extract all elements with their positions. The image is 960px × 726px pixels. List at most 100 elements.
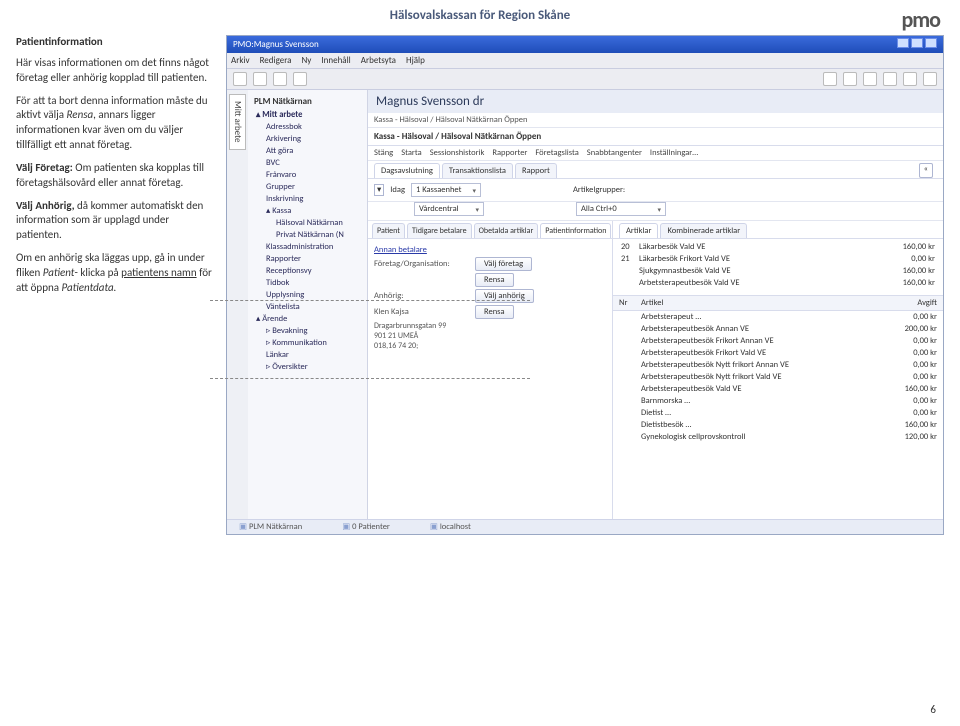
btn-installningar[interactable]: Inställningar… <box>650 148 698 158</box>
tab-patientinformation[interactable]: Patientinformation <box>540 223 611 238</box>
menu-bar[interactable]: Arkiv Redigera Ny Innehåll Arbetsyta Hjä… <box>227 53 943 69</box>
table-row[interactable]: Arbetsterapeutbesök Nytt frikort Annan V… <box>613 359 943 371</box>
menu-hjalp[interactable]: Hjälp <box>406 55 425 66</box>
filter-row2: Vårdcentral Alla Ctrl+0 <box>368 202 943 221</box>
rensa-foretag-button[interactable]: Rensa <box>475 273 514 287</box>
tree-item[interactable]: ▹ Bevakning <box>266 325 365 337</box>
tree-root[interactable]: ▴ Mitt arbete <box>256 109 365 121</box>
toolbar-icon[interactable] <box>253 72 267 86</box>
connector-line <box>210 300 530 301</box>
toolbar-icon[interactable] <box>863 72 877 86</box>
toolbar-icon[interactable] <box>233 72 247 86</box>
tab-patient[interactable]: Patient <box>372 223 405 238</box>
table-row[interactable]: Arbetsterapeutbesök Frikort Vald VE0,00 … <box>613 347 943 359</box>
text-em: Rensa <box>67 108 94 121</box>
table-row[interactable]: Arbetsterapeutbesök Nytt frikort Vald VE… <box>613 371 943 383</box>
dropdown-kassaenhet[interactable]: 1 Kassaenhet <box>411 183 481 197</box>
toolbar-icon[interactable] <box>883 72 897 86</box>
tab-obetalda[interactable]: Obetalda artiklar <box>474 223 539 238</box>
btn-foretagslista[interactable]: Företagslista <box>535 148 578 158</box>
tree-item[interactable]: Grupper <box>266 181 365 193</box>
tree-kassa[interactable]: ▴ Kassa <box>266 205 365 217</box>
tree-item[interactable]: Receptionsvy <box>266 265 365 277</box>
btn-stang[interactable]: Stäng <box>374 148 393 158</box>
tree-item[interactable]: Att göra <box>266 145 365 157</box>
table-row[interactable]: Arbetsterapeutbesök Annan VE200,00 kr <box>613 323 943 335</box>
tree-item[interactable]: Rapporter <box>266 253 365 265</box>
tab-transaktionslista[interactable]: Transaktionslista <box>442 163 513 178</box>
menu-arbetsyta[interactable]: Arbetsyta <box>361 55 396 66</box>
status-item: PLM Nätkärnan <box>239 522 302 532</box>
table-row[interactable]: Dietist …0,00 kr <box>613 407 943 419</box>
tree-item[interactable]: Frånvaro <box>266 169 365 181</box>
dropdown-vardcentral[interactable]: Vårdcentral <box>414 202 484 216</box>
tree-item[interactable]: Adressbok <box>266 121 365 133</box>
tab-dagsavslutning[interactable]: Dagsavslutning <box>374 163 440 178</box>
toolbar-icon[interactable] <box>273 72 287 86</box>
sub-toolbar[interactable]: Stäng Starta Sessionshistorik Rapporter … <box>368 146 943 161</box>
side-tab-mittarbete[interactable]: Mitt arbete <box>229 94 246 150</box>
tree-item[interactable]: BVC <box>266 157 365 169</box>
menu-innehall[interactable]: Innehåll <box>321 55 350 66</box>
th-nr[interactable]: Nr <box>613 296 635 310</box>
toolbar-icon[interactable] <box>293 72 307 86</box>
th-avgift[interactable]: Avgift <box>888 296 943 310</box>
tree-item[interactable]: Hälsoval Nätkärnan <box>276 217 365 229</box>
tab-tidigare[interactable]: Tidigare betalare <box>407 223 472 238</box>
tab-kombinerade[interactable]: Kombinerade artiklar <box>660 223 747 238</box>
help-icon[interactable]: « <box>919 163 933 178</box>
table-row[interactable]: Arbetsterapeut …0,00 kr <box>613 311 943 323</box>
rensa-anhorig-button[interactable]: Rensa <box>475 305 514 319</box>
btn-snabbtangenter[interactable]: Snabbtangenter <box>587 148 642 158</box>
text-bold: Välj Anhörig, <box>16 199 77 212</box>
minimize-icon[interactable] <box>897 38 909 48</box>
btn-starta[interactable]: Starta <box>401 148 422 158</box>
sub-tabs[interactable]: Dagsavslutning Transaktionslista Rapport… <box>368 161 943 179</box>
table-row[interactable]: Arbetsterapeutbesök Vald VE160,00 kr <box>613 383 943 395</box>
calendar-icon[interactable]: ▾ <box>374 184 384 196</box>
menu-arkiv[interactable]: Arkiv <box>231 55 250 66</box>
summary-val: 160,00 kr <box>903 266 935 276</box>
toolbar-icon[interactable] <box>843 72 857 86</box>
toolbar[interactable] <box>227 69 943 90</box>
btn-rapporter[interactable]: Rapporter <box>492 148 527 158</box>
menu-redigera[interactable]: Redigera <box>260 55 292 66</box>
tree-item[interactable]: Inskrivning <box>266 193 365 205</box>
table-row[interactable]: Barnmorska …0,00 kr <box>613 395 943 407</box>
tree-label: Kassa <box>272 206 291 216</box>
tree-item[interactable]: Väntelista <box>266 301 365 313</box>
menu-ny[interactable]: Ny <box>301 55 311 66</box>
table-row[interactable]: Dietistbesök …160,00 kr <box>613 419 943 431</box>
tree-arende[interactable]: ▴ Ärende <box>256 313 365 325</box>
tree-label: Kommunikation <box>272 338 327 348</box>
tree-item[interactable]: Privat Nätkärnan (N <box>276 229 365 241</box>
summary-n: 21 <box>621 254 639 264</box>
tree-item[interactable]: Arkivering <box>266 133 365 145</box>
toolbar-icon[interactable] <box>903 72 917 86</box>
artikel-tabs[interactable]: Artiklar Kombinerade artiklar <box>613 221 943 239</box>
window-controls[interactable] <box>895 38 937 51</box>
table-row[interactable]: Gynekologisk cellprovskontroll120,00 kr <box>613 431 943 443</box>
toolbar-icon[interactable] <box>923 72 937 86</box>
close-icon[interactable] <box>925 38 937 48</box>
table-row[interactable]: Arbetsterapeutbesök Frikort Annan VE0,00… <box>613 335 943 347</box>
tree-item[interactable]: Klassadministration <box>266 241 365 253</box>
maximize-icon[interactable] <box>911 38 923 48</box>
nav-tree[interactable]: PLM Nätkärnan ▴ Mitt arbete Adressbok Ar… <box>248 90 368 519</box>
tree-item[interactable]: ▹ Kommunikation <box>266 337 365 349</box>
tab-artiklar[interactable]: Artiklar <box>619 223 658 238</box>
tab-rapport[interactable]: Rapport <box>515 163 557 178</box>
toolbar-icon[interactable] <box>823 72 837 86</box>
tree-item[interactable]: Tidbok <box>266 277 365 289</box>
th-artikel[interactable]: Artikel <box>635 296 888 310</box>
label-foretag: Företag/Organisation: <box>374 259 469 269</box>
btn-sessionshistorik[interactable]: Sessionshistorik <box>430 148 485 158</box>
tree-item[interactable]: Länkar <box>266 349 365 361</box>
annan-betalare-link[interactable]: Annan betalare <box>374 245 427 255</box>
artikel-table: Nr Artikel Avgift Arbetsterapeut …0,00 k… <box>613 295 943 443</box>
patient-tabs[interactable]: Patient Tidigare betalare Obetalda artik… <box>368 221 612 239</box>
valj-foretag-button[interactable]: Välj företag <box>475 257 532 271</box>
dropdown-artikelgrupper[interactable]: Alla Ctrl+0 <box>576 202 666 216</box>
tree-item[interactable]: ▹ Översikter <box>266 361 365 373</box>
summary-label: Läkarbesök Frikort Vald VE <box>639 254 911 264</box>
